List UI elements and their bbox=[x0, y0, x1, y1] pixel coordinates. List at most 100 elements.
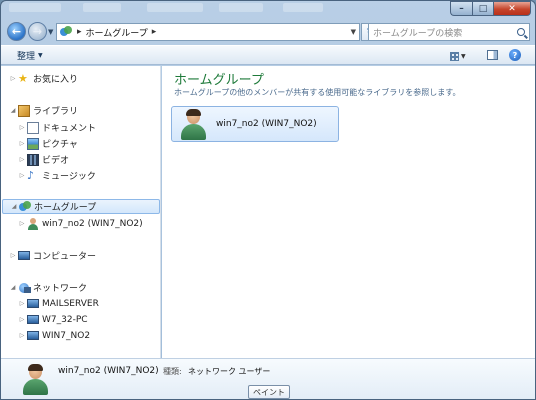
arrow-right-icon: → bbox=[32, 25, 43, 38]
homegroup-icon bbox=[60, 26, 73, 38]
star-icon: ★ bbox=[18, 71, 28, 85]
ghost-menu-item bbox=[147, 3, 203, 12]
collapse-arrow-icon[interactable]: ◢ bbox=[9, 284, 17, 291]
address-row: ← → ▼ ▸ ホームグループ ▸ ▼ ↻ ホームグループの検索 bbox=[1, 19, 535, 45]
close-button[interactable]: ✕ bbox=[493, 1, 531, 16]
page-description: ホームグループの他のメンバーが共有する使用可能なライブラリを参照します。 bbox=[174, 88, 461, 97]
chevron-down-icon: ▼ bbox=[461, 52, 466, 60]
collapse-arrow-icon[interactable]: ◢ bbox=[9, 107, 17, 114]
sidebar-item-label: お気に入り bbox=[33, 75, 79, 85]
taskbar-tooltip: ペイント bbox=[248, 385, 290, 399]
caption-buttons: – □ ✕ bbox=[450, 1, 531, 16]
sidebar-item-network-w7-32-pc[interactable]: ▷ W7_32-PC bbox=[1, 312, 88, 327]
sidebar-item-label: ピクチャ bbox=[42, 140, 78, 150]
breadcrumb-homegroup[interactable]: ホームグループ bbox=[86, 26, 148, 39]
sidebar-item-music[interactable]: ▷ ♪ ミュージック bbox=[1, 168, 96, 183]
title-bar: – □ ✕ bbox=[1, 1, 535, 17]
chevron-down-icon[interactable]: ▼ bbox=[351, 28, 356, 36]
search-icon[interactable] bbox=[517, 28, 525, 36]
explorer-window: – □ ✕ ← → ▼ ▸ ホームグループ ▸ ▼ ↻ ホームグループの検索 整… bbox=[0, 0, 536, 400]
sidebar-item-homegroup-member[interactable]: ▷ win7_no2 (WIN7_NO2) bbox=[1, 216, 143, 231]
sidebar-item-videos[interactable]: ▷ ビデオ bbox=[1, 152, 69, 167]
sidebar-item-label: コンピューター bbox=[33, 252, 97, 262]
sidebar-item-label: MAILSERVER bbox=[42, 298, 99, 309]
sidebar-item-label: ライブラリ bbox=[33, 107, 79, 117]
address-bar[interactable]: ▸ ホームグループ ▸ ▼ bbox=[56, 23, 360, 41]
arrow-left-icon: ← bbox=[11, 25, 22, 38]
homegroup-member-tile[interactable]: win7_no2 (WIN7_NO2) bbox=[171, 106, 339, 142]
sidebar-item-label: WIN7_NO2 bbox=[42, 330, 91, 341]
sidebar-item-label: W7_32-PC bbox=[42, 314, 88, 325]
recent-pages-dropdown[interactable]: ▼ bbox=[48, 28, 53, 36]
ghost-menu-item bbox=[83, 3, 121, 12]
expand-arrow-icon[interactable]: ▷ bbox=[18, 124, 26, 131]
sidebar-item-label: win7_no2 (WIN7_NO2) bbox=[42, 218, 143, 229]
preview-pane-button[interactable] bbox=[487, 50, 498, 60]
library-icon bbox=[18, 104, 30, 117]
breadcrumb-separator[interactable]: ▸ bbox=[152, 27, 157, 37]
sidebar-item-network-mailserver[interactable]: ▷ MAILSERVER bbox=[1, 296, 99, 311]
minimize-button[interactable]: – bbox=[450, 1, 472, 16]
computer-icon bbox=[27, 331, 39, 340]
maximize-button[interactable]: □ bbox=[472, 1, 493, 16]
views-icon bbox=[450, 51, 459, 61]
sidebar-item-label: ミュージック bbox=[42, 172, 96, 182]
navigation-pane: ▷ ★ お気に入り ◢ ライブラリ ▷ ドキュメント ▷ ピクチャ ▷ ビデオ … bbox=[1, 66, 161, 358]
help-button[interactable]: ? bbox=[509, 49, 521, 61]
computer-icon bbox=[18, 251, 30, 260]
sidebar-item-label: ドキュメント bbox=[42, 124, 97, 134]
page-title: ホームグループ bbox=[174, 73, 264, 88]
user-avatar-icon bbox=[20, 363, 50, 395]
expand-arrow-icon[interactable]: ▷ bbox=[18, 220, 26, 227]
ghost-menu-item bbox=[9, 3, 61, 12]
collapse-arrow-icon[interactable]: ◢ bbox=[10, 203, 18, 210]
search-box[interactable]: ホームグループの検索 bbox=[368, 23, 530, 41]
documents-icon bbox=[27, 121, 39, 134]
music-note-icon: ♪ bbox=[27, 168, 35, 182]
network-icon bbox=[18, 282, 31, 294]
expand-arrow-icon[interactable]: ▷ bbox=[18, 316, 26, 323]
sidebar-item-network-win7-no2[interactable]: ▷ WIN7_NO2 bbox=[1, 328, 90, 343]
computer-icon bbox=[27, 299, 39, 308]
user-avatar-icon bbox=[178, 108, 208, 140]
sidebar-item-computer[interactable]: ▷ コンピューター bbox=[1, 248, 96, 263]
details-type-value: ネットワーク ユーザー bbox=[188, 367, 271, 376]
expand-arrow-icon[interactable]: ▷ bbox=[18, 172, 26, 179]
content-pane: ホームグループ ホームグループの他のメンバーが共有する使用可能なライブラリを参照… bbox=[162, 66, 535, 358]
videos-icon bbox=[27, 153, 39, 166]
sidebar-item-label: ホームグループ bbox=[34, 203, 97, 213]
sidebar-item-network[interactable]: ◢ ネットワーク bbox=[1, 280, 87, 295]
expand-arrow-icon[interactable]: ▷ bbox=[18, 156, 26, 163]
computer-icon bbox=[27, 315, 39, 324]
chevron-down-icon: ▼ bbox=[38, 52, 43, 59]
breadcrumb-separator[interactable]: ▸ bbox=[77, 27, 82, 37]
sidebar-item-label: ビデオ bbox=[42, 156, 70, 166]
expand-arrow-icon[interactable]: ▷ bbox=[18, 300, 26, 307]
expand-arrow-icon[interactable]: ▷ bbox=[18, 140, 26, 147]
expand-arrow-icon[interactable]: ▷ bbox=[9, 252, 17, 259]
ghost-menu-item bbox=[283, 3, 323, 12]
homegroup-icon bbox=[19, 200, 31, 213]
details-type-label: 種類: bbox=[163, 367, 182, 376]
sidebar-item-documents[interactable]: ▷ ドキュメント bbox=[1, 120, 96, 135]
chevron-down-icon: ▼ bbox=[48, 28, 54, 36]
ghost-menu-item bbox=[219, 3, 263, 12]
sidebar-item-favorites[interactable]: ▷ ★ お気に入り bbox=[1, 71, 78, 86]
change-view-button[interactable]: ▼ bbox=[450, 50, 472, 62]
sidebar-item-pictures[interactable]: ▷ ピクチャ bbox=[1, 136, 78, 151]
pictures-icon bbox=[27, 137, 39, 150]
sidebar-item-libraries[interactable]: ◢ ライブラリ bbox=[1, 103, 78, 118]
details-name: win7_no2 (WIN7_NO2) bbox=[58, 366, 159, 376]
user-icon bbox=[27, 217, 39, 230]
sidebar-item-label: ネットワーク bbox=[33, 284, 88, 294]
organize-button[interactable]: 整理 ▼ bbox=[17, 49, 43, 62]
back-button[interactable]: ← bbox=[7, 22, 26, 41]
expand-arrow-icon[interactable]: ▷ bbox=[18, 332, 26, 339]
sidebar-item-homegroup[interactable]: ◢ ホームグループ bbox=[2, 199, 160, 214]
expand-arrow-icon[interactable]: ▷ bbox=[9, 75, 17, 82]
command-bar: 整理 ▼ ▼ ? bbox=[1, 45, 535, 65]
member-name: win7_no2 (WIN7_NO2) bbox=[216, 119, 317, 129]
search-input[interactable]: ホームグループの検索 bbox=[373, 26, 462, 39]
forward-button[interactable]: → bbox=[28, 22, 47, 41]
organize-label: 整理 bbox=[17, 52, 36, 62]
